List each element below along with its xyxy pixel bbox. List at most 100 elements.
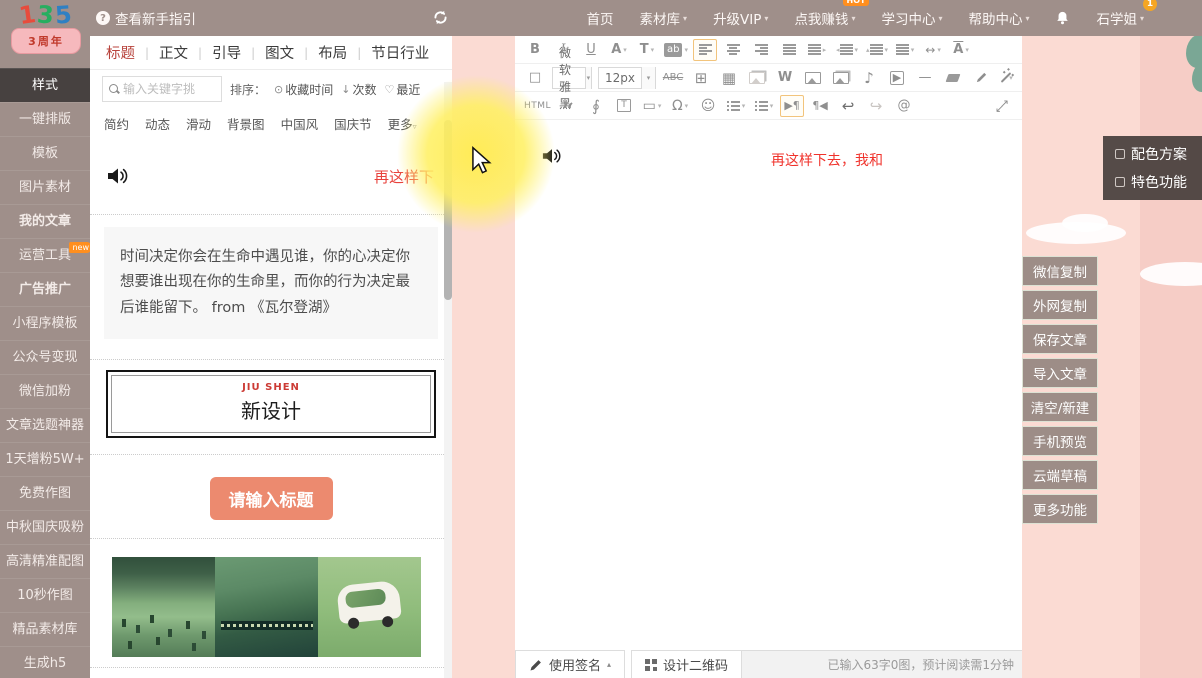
tab-title[interactable]: 标题 bbox=[106, 42, 135, 63]
tag-slide[interactable]: 滑动 bbox=[186, 114, 211, 133]
external-copy-button[interactable]: 外网复制 bbox=[1022, 290, 1098, 320]
sidebar-item-ad-promotion[interactable]: 广告推广 bbox=[0, 272, 90, 306]
save-article-button[interactable]: 保存文章 bbox=[1022, 324, 1098, 354]
sidebar-item-free-design[interactable]: 免费作图 bbox=[0, 476, 90, 510]
more-features-button[interactable]: 更多功能 bbox=[1022, 494, 1098, 524]
sidebar-item-topic-tool[interactable]: 文章选题神器 bbox=[0, 408, 90, 442]
font-family-select[interactable]: 微软雅黑▾ bbox=[552, 67, 592, 89]
letter-spacing-button[interactable]: ↔▾ bbox=[921, 39, 945, 61]
site-logo[interactable]: 135 3周年 bbox=[6, 2, 86, 66]
text-style-button[interactable]: T▾ bbox=[635, 39, 659, 61]
align-center-button[interactable] bbox=[721, 39, 745, 61]
vertical-space-button[interactable]: ▴▾ bbox=[863, 39, 889, 61]
tag-national-day[interactable]: 国庆节 bbox=[334, 114, 372, 133]
tag-background[interactable]: 背景图 bbox=[227, 114, 265, 133]
nav-earn-money[interactable]: 点我赚钱▾ HOT bbox=[794, 8, 855, 28]
sidebar-item-one-click-layout[interactable]: 一键排版 bbox=[0, 102, 90, 136]
search-replace-button[interactable]: @ bbox=[892, 95, 916, 117]
tag-chinese-style[interactable]: 中国风 bbox=[281, 114, 319, 133]
user-menu[interactable]: 石学姐▾ 1 bbox=[1096, 8, 1144, 28]
underline-button[interactable]: U bbox=[579, 39, 603, 61]
tab-festival[interactable]: 节日行业 bbox=[371, 42, 429, 63]
wechat-copy-button[interactable]: 微信复制 bbox=[1022, 256, 1098, 286]
import-article-button[interactable]: 导入文章 bbox=[1022, 358, 1098, 388]
magic-wand-button[interactable]: ▾ bbox=[997, 67, 1021, 89]
nav-home[interactable]: 首页 bbox=[587, 8, 614, 28]
insert-video-button[interactable]: ▶ bbox=[885, 67, 909, 89]
tab-body[interactable]: 正文 bbox=[159, 42, 188, 63]
tag-dynamic[interactable]: 动态 bbox=[145, 114, 170, 133]
sidebar-item-generate-h5[interactable]: 生成h5 bbox=[0, 646, 90, 678]
sidebar-item-hd-images[interactable]: 高清精准配图 bbox=[0, 544, 90, 578]
highlight-button[interactable]: ab▾ bbox=[663, 39, 689, 61]
speaker-icon[interactable] bbox=[541, 146, 563, 166]
panel-scrollbar-track[interactable] bbox=[444, 82, 452, 678]
font-size-select[interactable]: 12px▾ bbox=[598, 67, 656, 89]
insert-music-button[interactable]: ♪ bbox=[857, 67, 881, 89]
design-qrcode-button[interactable]: 设计二维码 bbox=[631, 650, 742, 678]
paragraph-backward-button[interactable]: ¶◀ bbox=[808, 95, 832, 117]
sidebar-item-templates[interactable]: 模板 bbox=[0, 136, 90, 170]
tab-layout[interactable]: 布局 bbox=[318, 42, 347, 63]
style-item-quote[interactable]: 时间决定你会在生命中遇见谁，你的心决定你想要谁出现在你的生命里，而你的行为决定最… bbox=[90, 215, 452, 359]
bold-button[interactable]: B bbox=[523, 39, 547, 61]
word-import-button[interactable]: W bbox=[773, 67, 797, 89]
ordered-list-button[interactable]: ▾ bbox=[724, 95, 748, 117]
special-char-button[interactable]: Ω▾ bbox=[668, 95, 692, 117]
sidebar-item-miniprogram-template[interactable]: 小程序模板 bbox=[0, 306, 90, 340]
bell-icon[interactable] bbox=[1055, 10, 1070, 26]
emoji-button[interactable]: ☺ bbox=[696, 95, 720, 117]
undo-button[interactable]: ↩ bbox=[836, 95, 860, 117]
new-document-button[interactable]: □ bbox=[523, 67, 547, 89]
nav-upgrade-vip[interactable]: 升级VIP▾ bbox=[713, 8, 768, 28]
style-item-title-button[interactable]: 请输入标题 bbox=[90, 455, 452, 538]
tab-guide[interactable]: 引导 bbox=[212, 42, 241, 63]
style-item-numbered-heading[interactable]: 1 第一标题 bbox=[90, 668, 452, 678]
tag-simple[interactable]: 简约 bbox=[104, 114, 129, 133]
justify-button[interactable] bbox=[777, 39, 801, 61]
sidebar-item-festival-fans[interactable]: 中秋国庆吸粉 bbox=[0, 510, 90, 544]
format-brush-button[interactable] bbox=[969, 67, 993, 89]
eraser-button[interactable] bbox=[941, 67, 965, 89]
sort-by-count[interactable]: ↓次数 bbox=[341, 81, 376, 98]
sidebar-item-wechat-fans[interactable]: 微信加粉 bbox=[0, 374, 90, 408]
paragraph-forward-button[interactable]: ▶¶ bbox=[780, 95, 804, 117]
media-text-button[interactable]: T bbox=[612, 95, 636, 117]
sidebar-item-operation-tools[interactable]: 运营工具 new bbox=[0, 238, 90, 272]
blockquote-button[interactable]: “ bbox=[556, 95, 580, 117]
redo-button[interactable]: ↪ bbox=[864, 95, 888, 117]
special-features-menu-item[interactable]: 特色功能 bbox=[1115, 172, 1202, 192]
style-item-design[interactable]: JIU SHEN 新设计 bbox=[90, 360, 452, 454]
refresh-icon[interactable] bbox=[432, 9, 449, 26]
italic-button[interactable]: I bbox=[551, 39, 575, 61]
search-input[interactable] bbox=[123, 82, 213, 96]
sidebar-item-grow-fans[interactable]: 1天增粉5W+ bbox=[0, 442, 90, 476]
link-button[interactable]: ∮ bbox=[584, 95, 608, 117]
tab-image-text[interactable]: 图文 bbox=[265, 42, 294, 63]
sidebar-item-premium-library[interactable]: 精品素材库 bbox=[0, 612, 90, 646]
text-direction-button[interactable]: A▾ bbox=[949, 39, 973, 61]
sidebar-item-styles[interactable]: 样式 bbox=[0, 68, 90, 102]
sidebar-item-10s-design[interactable]: 10秒作图 bbox=[0, 578, 90, 612]
insert-image-button[interactable] bbox=[801, 67, 825, 89]
sidebar-item-my-articles[interactable]: 我的文章 bbox=[0, 204, 90, 238]
strikethrough-button[interactable]: ABC bbox=[661, 67, 685, 89]
style-item-image-group[interactable] bbox=[90, 539, 452, 667]
outdent-button[interactable]: ◂▾ bbox=[833, 39, 859, 61]
newbie-guide-link[interactable]: ? 查看新手指引 bbox=[96, 8, 196, 28]
panel-scrollbar-thumb[interactable] bbox=[444, 120, 452, 300]
sidebar-item-image-material[interactable]: 图片素材 bbox=[0, 170, 90, 204]
color-scheme-menu-item[interactable]: 配色方案 bbox=[1115, 144, 1202, 164]
font-color-button[interactable]: A▾ bbox=[607, 39, 631, 61]
nav-help-center[interactable]: 帮助中心▾ bbox=[968, 8, 1029, 28]
indent-button[interactable]: ▸ bbox=[805, 39, 829, 61]
editor-content[interactable]: 再这样下去，我和 bbox=[515, 120, 1022, 652]
clear-new-button[interactable]: 清空/新建 bbox=[1022, 392, 1098, 422]
nav-material-library[interactable]: 素材库▾ bbox=[640, 8, 688, 28]
line-height-button[interactable]: ▾ bbox=[893, 39, 917, 61]
cloud-draft-button[interactable]: 云端草稿 bbox=[1022, 460, 1098, 490]
align-left-button[interactable] bbox=[693, 39, 717, 61]
nav-learning-center[interactable]: 学习中心▾ bbox=[881, 8, 942, 28]
style-item-audio-title[interactable]: 再这样下 bbox=[90, 138, 452, 214]
container-button[interactable]: ▭▾ bbox=[640, 95, 664, 117]
